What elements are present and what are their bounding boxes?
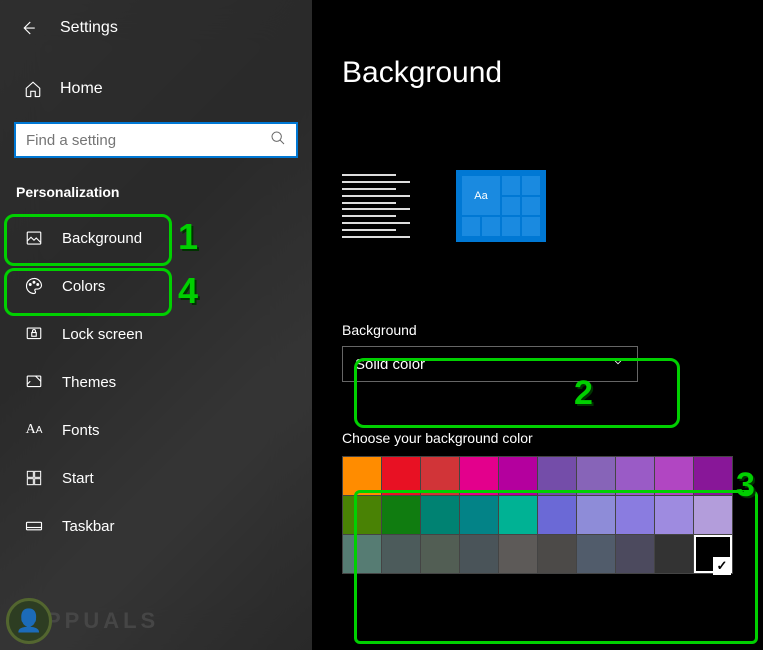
sidebar-home[interactable]: Home <box>0 68 312 110</box>
search-box[interactable] <box>14 122 298 158</box>
chevron-down-icon <box>611 355 625 373</box>
background-label: Background <box>342 322 733 338</box>
back-button[interactable] <box>16 16 40 40</box>
sidebar-item-taskbar[interactable]: Taskbar <box>0 502 312 550</box>
nav-label: Colors <box>62 278 105 295</box>
arrow-left-icon <box>19 19 37 37</box>
color-swatch[interactable] <box>499 496 537 534</box>
color-label: Choose your background color <box>342 430 733 446</box>
page-title: Background <box>342 56 733 90</box>
search-icon <box>270 130 286 151</box>
annotation-number-3: 3 <box>736 466 755 505</box>
color-swatch[interactable] <box>577 496 615 534</box>
nav-label: Lock screen <box>62 326 143 343</box>
color-swatch[interactable] <box>694 535 732 573</box>
nav-label: Background <box>62 230 142 247</box>
color-swatch[interactable] <box>694 496 732 534</box>
annotation-number-4: 4 <box>178 270 198 312</box>
home-icon <box>24 80 42 98</box>
watermark-logo: 👤 <box>6 598 52 644</box>
taskbar-icon <box>24 516 44 536</box>
palette-icon <box>24 276 44 296</box>
color-swatch[interactable] <box>499 535 537 573</box>
color-swatch[interactable] <box>421 496 459 534</box>
nav-label: Themes <box>62 374 116 391</box>
sidebar: Settings Home Personalization Background… <box>0 0 312 650</box>
color-swatch[interactable] <box>538 457 576 495</box>
background-dropdown[interactable]: Solid color <box>342 346 638 382</box>
color-section: Choose your background color <box>342 430 733 574</box>
font-icon: AA <box>24 420 44 440</box>
color-swatch[interactable] <box>460 457 498 495</box>
preview-tile-text: Aa <box>462 176 500 215</box>
nav-label: Start <box>62 470 94 487</box>
preview-thumbnail-tiles: Aa <box>456 170 546 242</box>
section-header: Personalization <box>0 176 312 214</box>
dropdown-value: Solid color <box>355 356 425 373</box>
nav-label: Taskbar <box>62 518 115 535</box>
color-swatch[interactable] <box>655 457 693 495</box>
color-swatch[interactable] <box>538 496 576 534</box>
color-swatch[interactable] <box>577 535 615 573</box>
color-swatch[interactable] <box>655 496 693 534</box>
color-swatch[interactable] <box>655 535 693 573</box>
watermark: 👤 PPUALS <box>6 598 159 644</box>
topbar: Settings <box>0 8 312 48</box>
color-swatch[interactable] <box>694 457 732 495</box>
lock-icon <box>24 324 44 344</box>
color-swatch[interactable] <box>460 535 498 573</box>
color-swatch[interactable] <box>460 496 498 534</box>
color-swatch[interactable] <box>421 535 459 573</box>
main-panel: Background Aa Background Solid color Cho… <box>312 0 763 650</box>
sidebar-item-background[interactable]: Background <box>0 214 312 262</box>
search-input[interactable] <box>26 132 270 149</box>
color-swatch[interactable] <box>343 457 381 495</box>
color-grid <box>342 456 733 574</box>
color-swatch[interactable] <box>343 535 381 573</box>
start-icon <box>24 468 44 488</box>
color-swatch[interactable] <box>616 535 654 573</box>
sidebar-item-start[interactable]: Start <box>0 454 312 502</box>
home-label: Home <box>60 80 103 98</box>
annotation-number-2: 2 <box>574 374 593 413</box>
annotation-number-1: 1 <box>178 216 198 258</box>
color-swatch[interactable] <box>382 496 420 534</box>
nav-label: Fonts <box>62 422 100 439</box>
sidebar-item-lockscreen[interactable]: Lock screen <box>0 310 312 358</box>
color-swatch[interactable] <box>421 457 459 495</box>
color-swatch[interactable] <box>499 457 537 495</box>
preview-thumbnail-light <box>342 170 432 242</box>
color-swatch[interactable] <box>538 535 576 573</box>
color-swatch[interactable] <box>382 535 420 573</box>
background-field: Background Solid color <box>342 322 733 382</box>
color-swatch[interactable] <box>577 457 615 495</box>
color-swatch[interactable] <box>616 457 654 495</box>
preview-row: Aa <box>342 170 733 242</box>
sidebar-item-fonts[interactable]: AA Fonts <box>0 406 312 454</box>
color-swatch[interactable] <box>343 496 381 534</box>
sidebar-item-themes[interactable]: Themes <box>0 358 312 406</box>
sidebar-item-colors[interactable]: Colors <box>0 262 312 310</box>
watermark-text: PPUALS <box>46 608 159 634</box>
picture-icon <box>24 228 44 248</box>
color-swatch[interactable] <box>616 496 654 534</box>
color-swatch[interactable] <box>382 457 420 495</box>
app-title: Settings <box>60 19 118 37</box>
brush-icon <box>24 372 44 392</box>
